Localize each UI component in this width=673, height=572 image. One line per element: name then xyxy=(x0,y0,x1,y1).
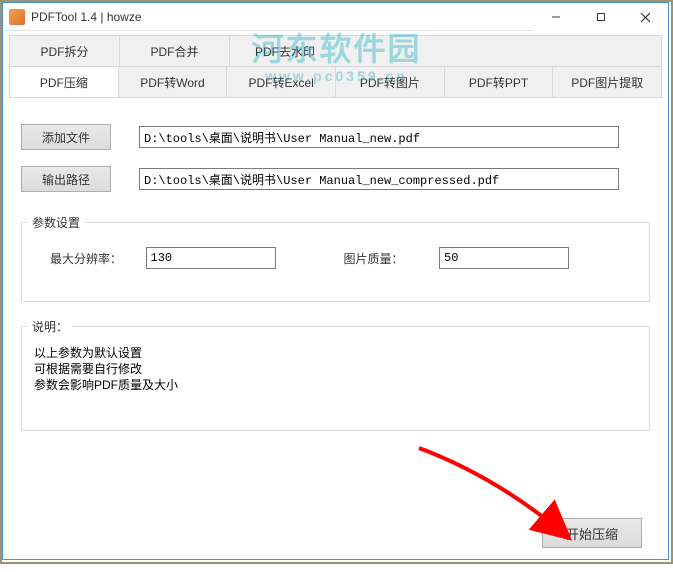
notes-legend: 说明： xyxy=(28,318,72,335)
window-title: PDFTool 1.4 | howze xyxy=(31,10,142,24)
tab-pdf-to-word[interactable]: PDF转Word xyxy=(119,67,228,97)
maximize-button[interactable] xyxy=(578,3,623,31)
notes-line: 可根据需要自行修改 xyxy=(34,361,637,377)
notes-line: 以上参数为默认设置 xyxy=(34,345,637,361)
params-fieldset: 参数设置 最大分辨率： 图片质量： xyxy=(21,222,650,302)
max-res-input[interactable] xyxy=(146,247,276,269)
quality-input[interactable] xyxy=(439,247,569,269)
output-path-input[interactable] xyxy=(139,168,619,190)
tab-filler xyxy=(340,36,661,66)
tab-pdf-extract-image[interactable]: PDF图片提取 xyxy=(553,67,661,97)
notes-fieldset: 说明： 以上参数为默认设置 可根据需要自行修改 参数会影响PDF质量及大小 xyxy=(21,326,650,431)
params-legend: 参数设置 xyxy=(28,214,84,231)
tab-pdf-to-image[interactable]: PDF转图片 xyxy=(336,67,445,97)
start-compress-button[interactable]: 开始压缩 xyxy=(542,518,642,548)
tab-pdf-compress[interactable]: PDF压缩 xyxy=(10,67,119,97)
tab-pdf-split[interactable]: PDF拆分 xyxy=(10,36,120,66)
notes-line: 参数会影响PDF质量及大小 xyxy=(34,377,637,393)
app-icon xyxy=(9,9,25,25)
output-path-button[interactable]: 输出路径 xyxy=(21,166,111,192)
minimize-button[interactable] xyxy=(533,3,578,31)
close-button[interactable] xyxy=(623,3,668,31)
tab-pdf-merge[interactable]: PDF合并 xyxy=(120,36,230,66)
tab-pdf-to-excel[interactable]: PDF转Excel xyxy=(227,67,336,97)
max-res-label: 最大分辨率： xyxy=(50,250,146,267)
tab-pdf-watermark[interactable]: PDF去水印 xyxy=(230,36,340,66)
titlebar: PDFTool 1.4 | howze xyxy=(3,3,668,31)
add-file-button[interactable]: 添加文件 xyxy=(21,124,111,150)
file-path-input[interactable] xyxy=(139,126,619,148)
quality-label: 图片质量： xyxy=(344,250,440,267)
tab-pdf-to-ppt[interactable]: PDF转PPT xyxy=(445,67,554,97)
